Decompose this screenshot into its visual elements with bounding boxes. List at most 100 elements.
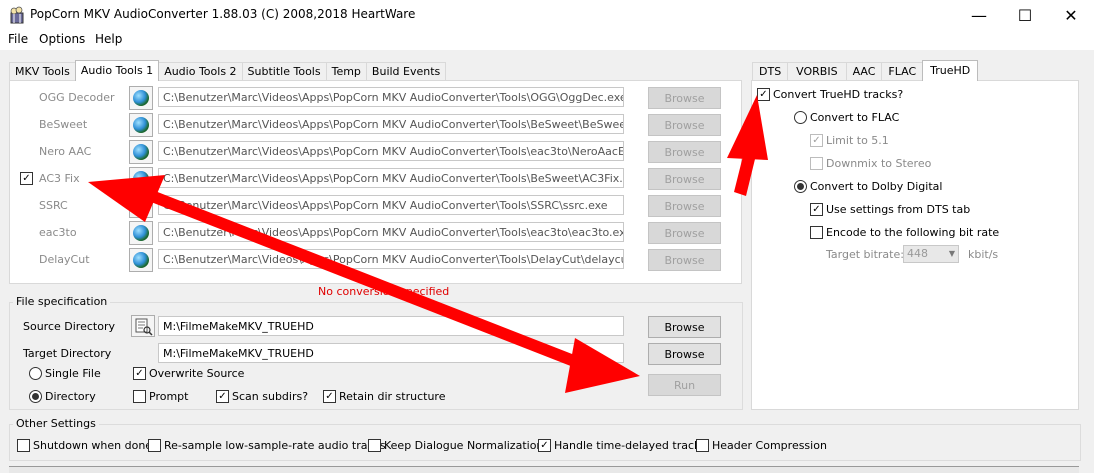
tab-build-events[interactable]: Build Events [365,62,447,81]
resample-checkbox[interactable] [148,439,161,452]
globe-icon[interactable] [129,113,153,137]
browse-button-besweet[interactable]: Browse [648,114,721,136]
source-directory-input[interactable]: M:\FilmeMakeMKV_TRUEHD [158,316,624,336]
limit-51-checkbox[interactable]: ✓ [810,134,823,147]
single-file-label: Single File [45,367,101,380]
globe-icon[interactable] [129,167,153,191]
folder-browse-icon[interactable] [131,315,155,337]
encode-bitrate-checkbox[interactable] [810,226,823,239]
target-directory-input[interactable]: M:\FilmeMakeMKV_TRUEHD [158,343,624,363]
other-settings-title: Other Settings [13,417,99,430]
close-button[interactable]: ✕ [1048,0,1094,30]
tab-truehd[interactable]: TrueHD [922,60,979,81]
overwrite-source-checkbox[interactable]: ✓ [133,367,146,380]
globe-icon[interactable] [129,248,153,272]
tool-path-eac3to[interactable]: C:\Benutzer\Marc\Videos\Apps\PopCorn MKV… [158,222,624,242]
tool-label-delaycut: DelayCut [39,253,90,266]
status-text: No conversion specified [318,285,450,298]
globe-icon[interactable] [129,221,153,245]
limit-51-label: Limit to 5.1 [826,134,889,147]
tool-path-ogg-decoder[interactable]: C:\Benutzer\Marc\Videos\Apps\PopCorn MKV… [158,87,624,107]
browse-button-ac3fix[interactable]: Browse [648,168,721,190]
header-compression-checkbox[interactable] [696,439,709,452]
browse-button-ogg-decoder[interactable]: Browse [648,87,721,109]
globe-icon[interactable] [129,140,153,164]
retain-dir-label: Retain dir structure [339,390,446,403]
maximize-icon: ☐ [1017,5,1033,25]
target-bitrate-select[interactable]: 448 ▼ [903,245,959,263]
target-browse-button[interactable]: Browse [648,343,721,365]
tool-path-ssrc[interactable]: C:\Benutzer\Marc\Videos\Apps\PopCorn MKV… [158,195,624,215]
menu-help[interactable]: Help [95,32,122,46]
ac3fix-checkbox[interactable]: ✓ [20,172,33,185]
header-compression-label: Header Compression [712,439,827,452]
convert-truehd-label: Convert TrueHD tracks? [773,88,904,101]
tab-audio-tools-2[interactable]: Audio Tools 2 [158,62,243,81]
tab-flac[interactable]: FLAC [881,62,924,81]
menu-file[interactable]: File [8,32,28,46]
source-directory-label: Source Directory [23,320,115,333]
use-dts-settings-label: Use settings from DTS tab [826,203,971,216]
single-file-radio[interactable] [29,367,42,380]
keep-dialogue-checkbox[interactable] [368,439,381,452]
scan-subdirs-checkbox[interactable]: ✓ [216,390,229,403]
convert-flac-radio[interactable] [794,111,807,124]
encode-bitrate-label: Encode to the following bit rate [826,226,1000,239]
right-tab-strip: DTS VORBIS AAC FLAC TrueHD [752,60,979,81]
globe-icon[interactable] [129,86,153,110]
tab-aac[interactable]: AAC [845,62,883,81]
menu-bar [0,30,1094,50]
tab-dts[interactable]: DTS [752,62,789,81]
source-browse-button[interactable]: Browse [648,316,721,338]
tool-path-besweet[interactable]: C:\Benutzer\Marc\Videos\Apps\PopCorn MKV… [158,114,624,134]
handle-delayed-label: Handle time-delayed tracks [554,439,707,452]
chevron-down-icon: ▼ [948,249,955,258]
tab-mkv-tools[interactable]: MKV Tools [9,62,76,81]
tool-label-eac3to: eac3to [39,226,77,239]
convert-truehd-checkbox[interactable]: ✓ [757,88,770,101]
shutdown-checkbox[interactable] [17,439,30,452]
overwrite-source-label: Overwrite Source [149,367,245,380]
maximize-button[interactable]: ☐ [1002,0,1048,30]
target-directory-label: Target Directory [23,347,112,360]
retain-dir-checkbox[interactable]: ✓ [323,390,336,403]
tool-label-ogg-decoder: OGG Decoder [39,91,115,104]
tab-vorbis[interactable]: VORBIS [787,62,847,81]
tool-label-besweet: BeSweet [39,118,88,131]
downmix-checkbox[interactable] [810,157,823,170]
window-title: PopCorn MKV AudioConverter 1.88.03 (C) 2… [30,7,416,21]
directory-label: Directory [45,390,96,403]
handle-delayed-checkbox[interactable]: ✓ [538,439,551,452]
bitrate-unit-label: kbit/s [968,248,999,261]
browse-button-ssrc[interactable]: Browse [648,195,721,217]
scan-subdirs-label: Scan subdirs? [232,390,309,403]
minimize-button[interactable]: — [956,0,1002,30]
convert-dolby-radio[interactable] [794,180,807,193]
tab-temp[interactable]: Temp [325,62,367,81]
browse-button-delaycut[interactable]: Browse [648,249,721,271]
convert-dolby-label: Convert to Dolby Digital [810,180,943,193]
tab-audio-tools-1[interactable]: Audio Tools 1 [74,60,160,81]
tool-label-ssrc: SSRC [39,199,68,212]
menu-options[interactable]: Options [39,32,85,46]
tool-path-ac3fix[interactable]: C:\Benutzer\Marc\Videos\Apps\PopCorn MKV… [158,168,624,188]
browse-button-eac3to[interactable]: Browse [648,222,721,244]
use-dts-settings-checkbox[interactable]: ✓ [810,203,823,216]
tab-subtitle-tools[interactable]: Subtitle Tools [241,62,327,81]
globe-icon[interactable] [129,194,153,218]
prompt-checkbox[interactable] [133,390,146,403]
tool-label-nero-aac: Nero AAC [39,145,92,158]
popcorn-app-icon [8,6,26,24]
run-button[interactable]: Run [648,374,721,396]
tool-label-ac3fix: AC3 Fix [39,172,80,185]
close-icon: ✕ [1064,5,1078,25]
tool-path-delaycut[interactable]: C:\Benutzer\Marc\Videos\Apps\PopCorn MKV… [158,249,624,269]
keep-dialogue-label: Keep Dialogue Normalization [384,439,544,452]
file-specification-title: File specification [13,295,111,308]
target-bitrate-label: Target bitrate: [826,248,904,261]
tool-path-nero-aac[interactable]: C:\Benutzer\Marc\Videos\Apps\PopCorn MKV… [158,141,624,161]
prompt-label: Prompt [149,390,189,403]
target-bitrate-value: 448 [907,247,928,260]
browse-button-nero-aac[interactable]: Browse [648,141,721,163]
directory-radio[interactable] [29,390,42,403]
